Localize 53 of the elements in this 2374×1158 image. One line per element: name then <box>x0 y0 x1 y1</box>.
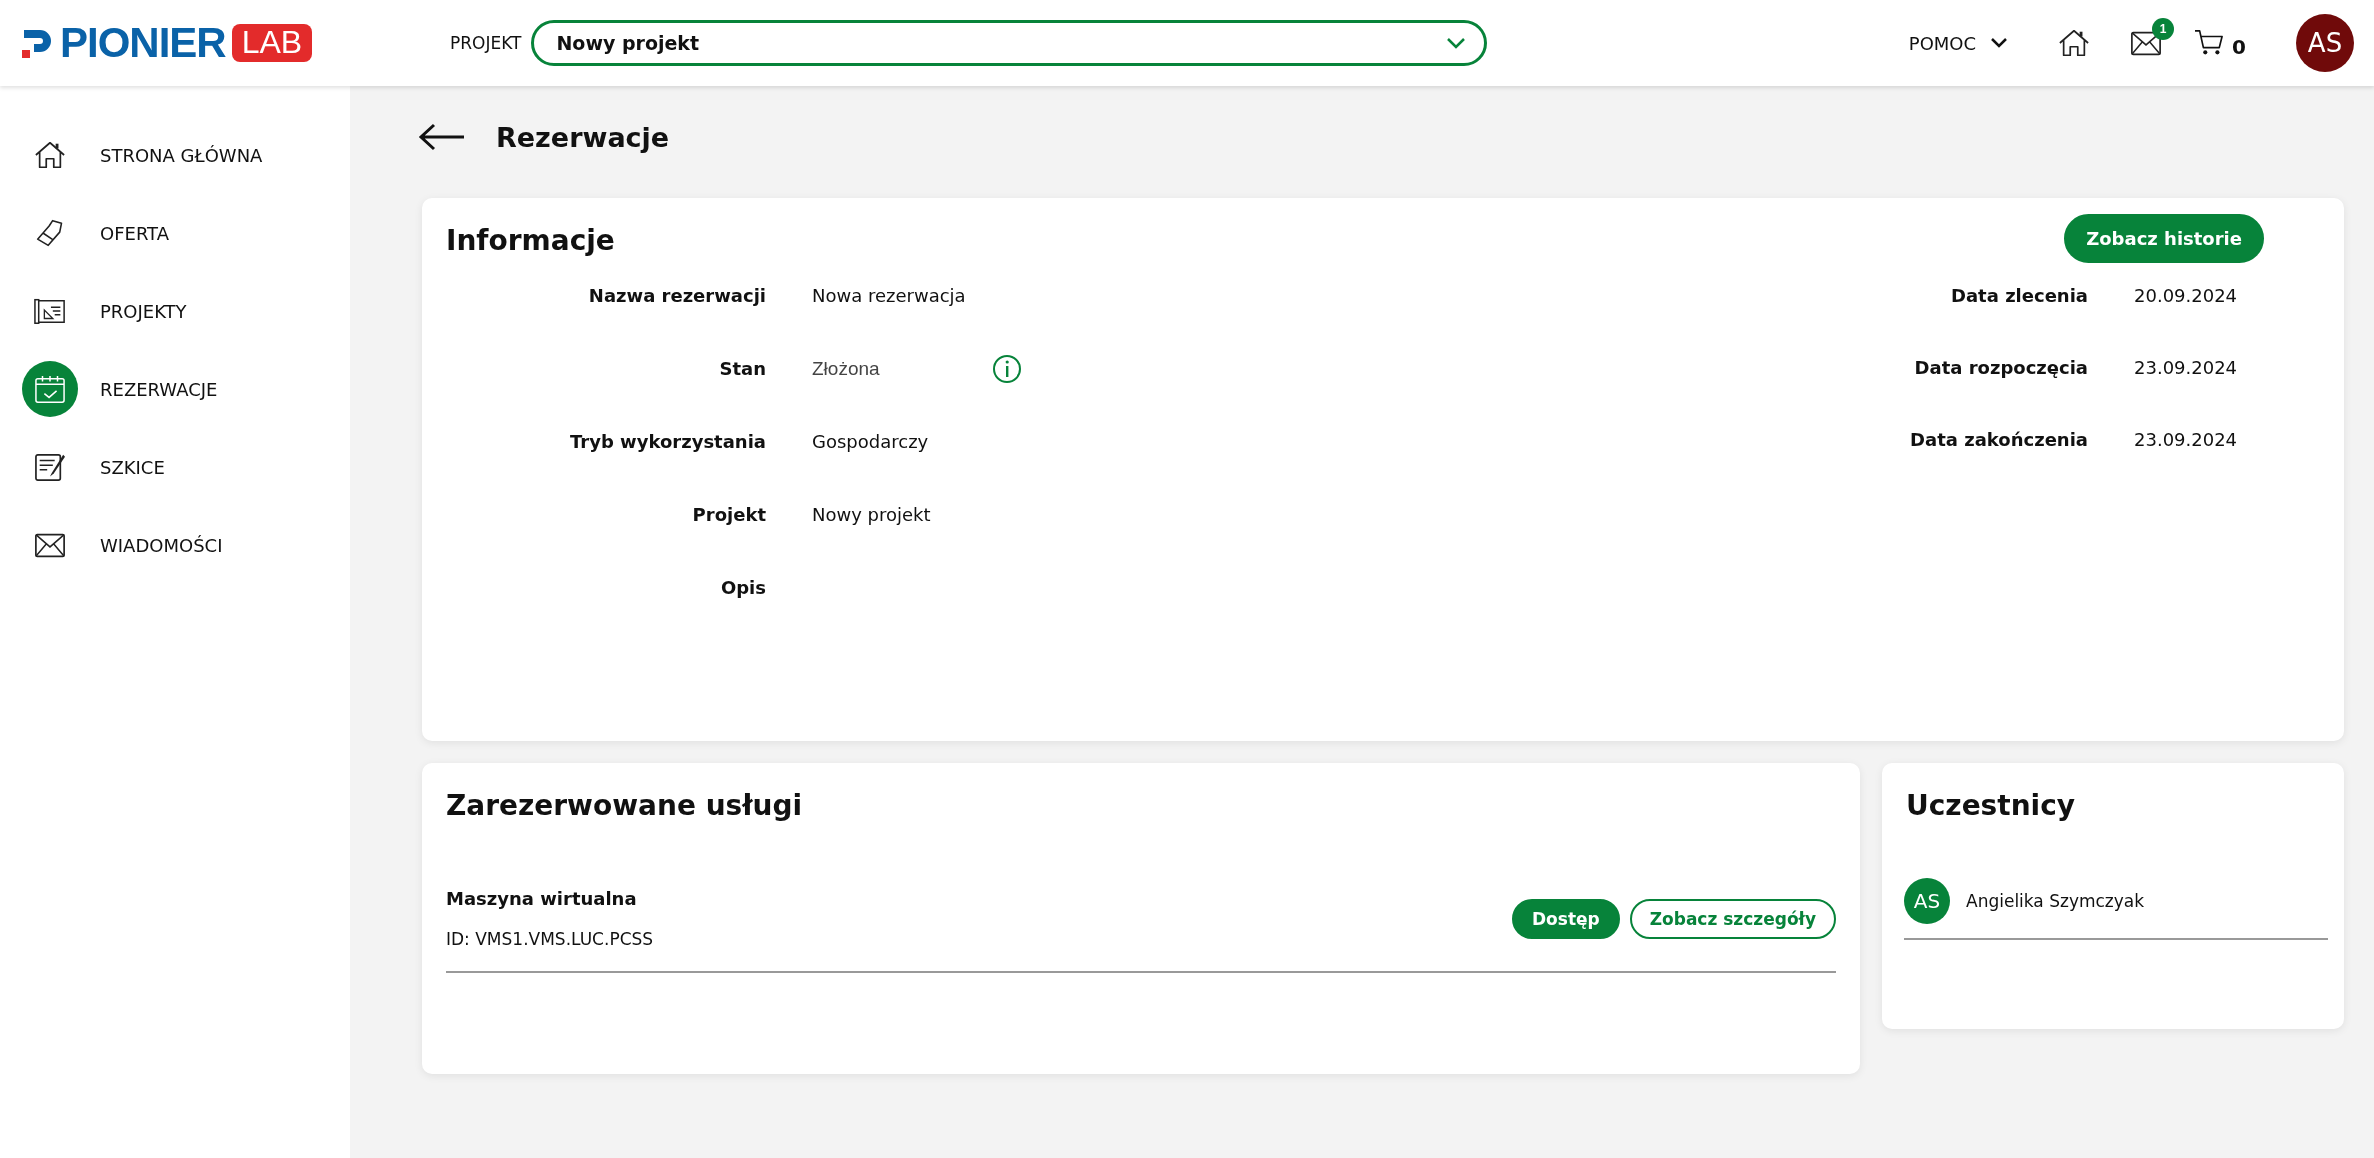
sidebar-item[interactable]: OFERTA <box>0 194 350 272</box>
project-select[interactable]: Nowy projekt <box>531 20 1488 66</box>
field-label: Opis <box>720 577 766 598</box>
notification-badge: 1 <box>2152 18 2175 40</box>
participant-name: Angielika Szymczyak <box>1966 891 2145 911</box>
field-value: Gospodarczy <box>812 431 929 452</box>
chevron-down-icon <box>1446 37 1467 49</box>
cart-button[interactable] <box>2194 29 2225 57</box>
field-label: Data zakończenia <box>1910 429 2088 450</box>
service-name: Maszyna wirtualna <box>446 888 638 909</box>
home-button[interactable] <box>2058 28 2091 58</box>
card-title: Zarezerwowane usługi <box>446 789 804 822</box>
field-label: Data rozpoczęcia <box>1914 357 2088 378</box>
logo-text: PIONIER <box>60 22 226 64</box>
chevron-down-icon <box>1990 37 2009 49</box>
card-title: Informacje <box>446 224 616 257</box>
page-title: Rezerwacje <box>496 121 670 153</box>
calendar-check-icon <box>34 374 66 404</box>
user-avatar[interactable]: AS <box>2296 14 2354 72</box>
field-label: Tryb wykorzystania <box>570 431 766 452</box>
field-value: Złożona <box>812 358 881 380</box>
sidebar-item[interactable]: SZKICE <box>0 428 350 506</box>
home-icon <box>2058 28 2091 58</box>
field-label: Nazwa rezerwacji <box>588 285 766 306</box>
cart-icon <box>2194 29 2225 57</box>
field-value: 23.09.2024 <box>2134 357 2238 378</box>
info-icon[interactable] <box>992 354 1022 384</box>
field-label: Stan <box>719 358 766 379</box>
home-icon <box>34 140 66 170</box>
blueprint-icon <box>34 296 66 326</box>
back-arrow-icon[interactable] <box>418 122 466 152</box>
logo-badge: LAB <box>231 24 313 62</box>
notepad-pen-icon <box>34 452 66 482</box>
field-value: Nowy projekt <box>812 504 931 525</box>
field-value: 23.09.2024 <box>2134 429 2238 450</box>
sidebar-item[interactable]: PROJEKTY <box>0 272 350 350</box>
access-button[interactable]: Dostęp <box>1511 898 1620 939</box>
field-value: 20.09.2024 <box>2134 285 2238 306</box>
view-details-button[interactable]: Zobacz szczegóły <box>1629 898 1836 939</box>
participant-avatar: AS <box>1904 878 1950 924</box>
cart-count: 0 <box>2232 35 2246 59</box>
card-title: Uczestnicy <box>1906 789 2077 822</box>
service-id: ID: VMS1.VMS.LUC.PCSS <box>446 929 654 949</box>
sidebar-item[interactable]: STRONA GŁÓWNA <box>0 116 350 194</box>
sidebar-item[interactable]: REZERWACJE <box>0 350 350 428</box>
sidebar-item[interactable]: WIADOMOŚCI <box>0 506 350 584</box>
project-label: PROJEKT <box>450 33 522 53</box>
help-menu[interactable]: POMOC <box>1908 32 2009 54</box>
field-label: Data zlecenia <box>1951 285 2088 306</box>
view-history-button[interactable]: Zobacz historie <box>2064 214 2264 263</box>
messages-button[interactable]: 1 <box>2130 18 2175 58</box>
field-label: Projekt <box>692 504 766 525</box>
field-value: Nowa rezerwacja <box>812 285 966 306</box>
